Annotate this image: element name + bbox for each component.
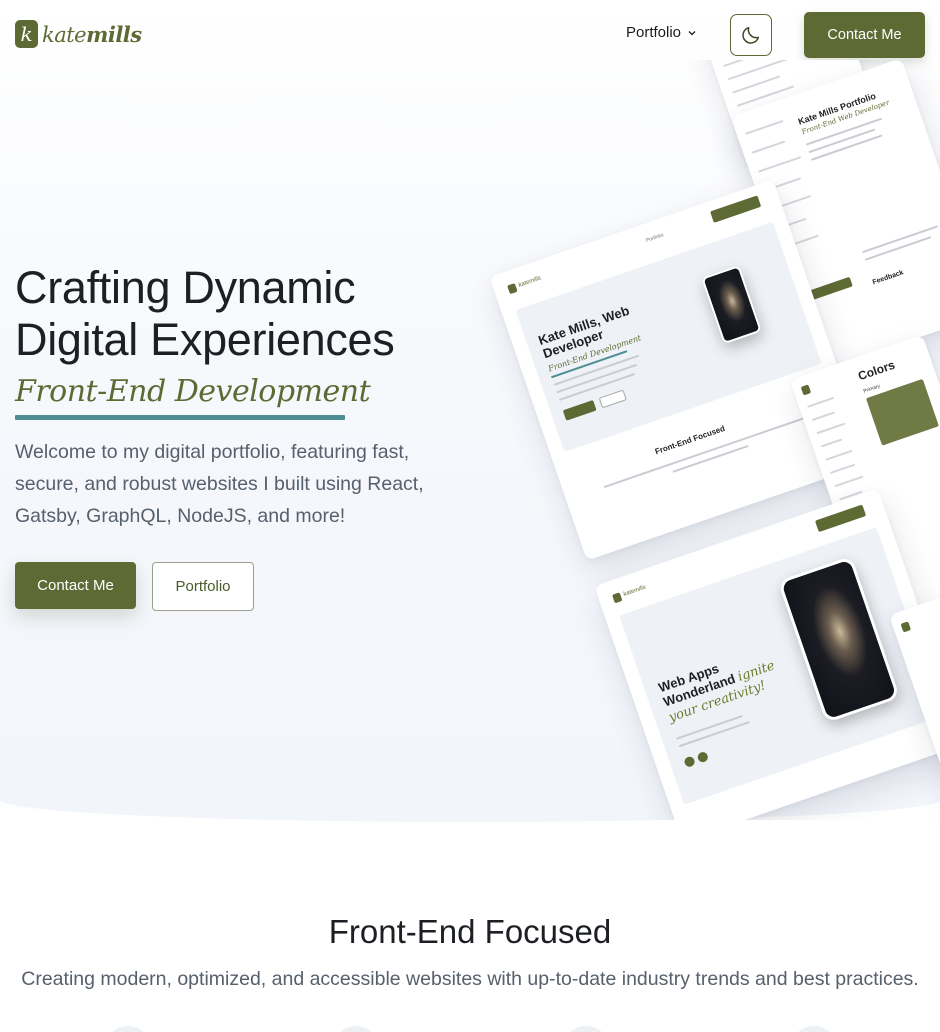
mockup-line [732, 75, 781, 94]
section-description: Creating modern, optimized, and accessib… [21, 968, 919, 990]
hero-title: Crafting Dynamic Digital Experiences [15, 262, 455, 366]
mini-logo-icon [900, 621, 912, 633]
logo-first-name: kate [42, 22, 87, 47]
hero-title-line2: Digital Experiences [15, 314, 395, 365]
theme-toggle-button[interactable] [730, 14, 772, 56]
feature-icon-circle [790, 1026, 838, 1032]
feature-icon-circle [562, 1026, 610, 1032]
hero-portfolio-button[interactable]: Portfolio [152, 562, 254, 611]
chevron-down-icon [688, 30, 696, 35]
logo-last-name: mills [86, 21, 142, 47]
feature-icon-circle [332, 1026, 380, 1032]
nav-portfolio-label: Portfolio [626, 24, 682, 41]
moon-icon [742, 26, 760, 44]
mockup-nav-portfolio: Portfolio [645, 232, 665, 244]
mockup-line [758, 156, 802, 173]
mini-logo-icon [800, 384, 812, 396]
nav-portfolio-dropdown[interactable]: Portfolio [626, 24, 697, 41]
feature-icon-circle [104, 1026, 152, 1032]
hero-contact-button[interactable]: Contact Me [15, 562, 136, 609]
mini-logo-text: katemills [517, 275, 542, 289]
mini-logo-text: katemills [622, 584, 647, 598]
logo-mark: k [15, 20, 38, 48]
section-title: Front-End Focused [328, 913, 612, 950]
mockup-line [816, 422, 846, 435]
mockup-contact-button [814, 504, 867, 533]
mini-logo-icon [612, 592, 623, 604]
mockup-feedback-label: Feedback [871, 269, 905, 287]
mini-logo-icon [507, 283, 518, 295]
header-contact-button[interactable]: Contact Me [804, 12, 925, 58]
mockup-line [751, 140, 786, 154]
hero-description: Welcome to my digital portfolio, featuri… [15, 441, 424, 527]
logo-text: katemills [42, 22, 142, 47]
mockup-home-caption: Front-End Focused [653, 423, 727, 457]
mockup-line [825, 449, 853, 461]
portfolio-mockup-collage: Kate Mills Portfolio Front-End Web Devel… [470, 60, 940, 820]
mockup-contact-button [710, 195, 762, 223]
hero-subtitle: Front-End Development [15, 374, 371, 409]
mockup-line [811, 411, 836, 422]
hero-subtitle-underline [15, 415, 345, 420]
mockup-line [834, 475, 864, 488]
mockup-line [807, 396, 835, 408]
hero-title-line1: Crafting Dynamic [15, 262, 356, 313]
site-logo[interactable]: k katemills [15, 20, 142, 48]
mockup-line [820, 438, 843, 448]
mockup-line [745, 119, 784, 135]
mockup-colors-title: Colors [856, 357, 897, 384]
mockup-line [829, 463, 856, 474]
mockup-line [727, 60, 790, 81]
